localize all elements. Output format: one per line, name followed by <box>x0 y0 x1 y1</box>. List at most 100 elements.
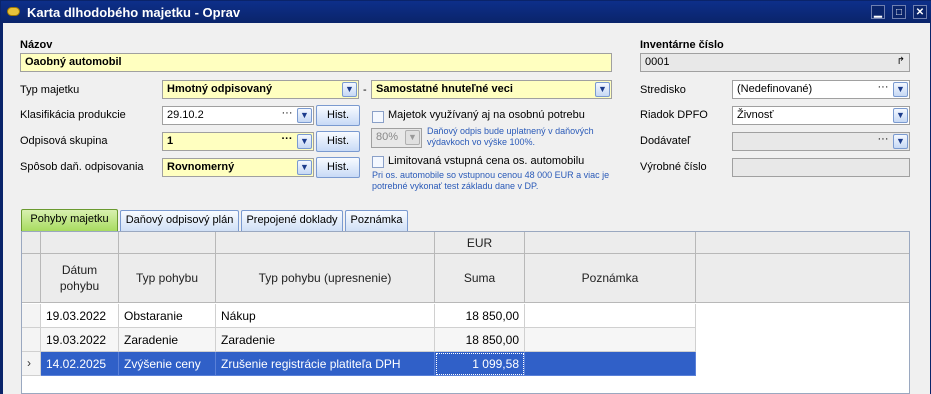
asset-type-dash: - <box>363 84 367 96</box>
row-pointer-icon[interactable]: › <box>22 352 41 376</box>
cell-amount[interactable]: 1 099,58 <box>435 352 525 376</box>
depreciation-group-value: 1 <box>167 135 174 147</box>
row-selector[interactable] <box>22 304 41 328</box>
serial-number-input[interactable] <box>732 158 910 177</box>
col-note[interactable]: Poznámka <box>525 254 696 302</box>
cell-date[interactable]: 19.03.2022 <box>41 328 119 352</box>
header-spacer <box>119 232 216 254</box>
depreciation-group-history-button[interactable]: Hist. <box>316 131 360 152</box>
header-spacer <box>41 232 119 254</box>
dpfo-row-value: Živnosť <box>737 109 774 121</box>
grid-group-header: EUR <box>22 232 909 254</box>
cell-note[interactable] <box>525 352 696 376</box>
header-spacer <box>22 254 41 302</box>
col-movement-detail[interactable]: Typ pohybu (upresnenie) <box>216 254 435 302</box>
col-movement-type[interactable]: Typ pohybu <box>119 254 216 302</box>
asset-subtype-value: Samostatné hnuteľné veci <box>376 83 513 95</box>
cell-movement-detail[interactable]: Nákup <box>216 304 435 328</box>
ellipsis-icon[interactable]: ··· <box>875 82 891 97</box>
cost-center-input[interactable]: (Nedefinované) ··· ▼ <box>732 80 910 99</box>
header-spacer <box>525 232 696 254</box>
maximize-button[interactable]: □ <box>892 5 906 19</box>
ellipsis-icon[interactable]: ··· <box>279 134 295 149</box>
title-bar: Karta dlhodobého majetku - Oprav ▁ □ ✕ <box>1 1 931 23</box>
chevron-down-icon[interactable]: ▼ <box>595 82 610 97</box>
minimize-button[interactable]: ▁ <box>871 5 885 19</box>
percent-note: Daňový odpis bude uplatnený v daňových v… <box>427 126 594 147</box>
app-icon <box>7 7 20 16</box>
depreciation-group-label: Odpisová skupina <box>20 135 108 147</box>
cell-amount[interactable]: 18 850,00 <box>435 328 525 352</box>
table-row[interactable]: 19.03.2022 Zaradenie Zaradenie 18 850,00 <box>22 328 909 352</box>
supplier-label: Dodávateľ <box>640 135 691 147</box>
tab-asset-movements[interactable]: Pohyby majetku <box>21 209 118 231</box>
depreciation-method-select[interactable]: Rovnomerný ▼ <box>162 158 314 177</box>
window-title: Karta dlhodobého majetku - Oprav <box>27 5 241 20</box>
inventory-number-input[interactable]: 0001 ↱ <box>640 53 910 72</box>
tab-tax-depreciation-plan[interactable]: Daňový odpisový plán <box>120 210 239 231</box>
personal-use-checkbox[interactable] <box>372 111 384 123</box>
limited-price-checkbox[interactable] <box>372 156 384 168</box>
chevron-down-icon[interactable]: ▼ <box>342 82 357 97</box>
window: Karta dlhodobého majetku - Oprav ▁ □ ✕ N… <box>0 0 931 394</box>
classification-input[interactable]: 29.10.2 ··· ▼ <box>162 106 314 125</box>
depreciation-group-input[interactable]: 1 ··· ▼ <box>162 132 314 151</box>
cell-date[interactable]: 14.02.2025 <box>41 352 119 376</box>
dpfo-row-label: Riadok DPFO <box>640 109 708 121</box>
serial-number-label: Výrobné číslo <box>640 161 707 173</box>
inventory-number-value: 0001 <box>645 56 670 68</box>
currency-group-header: EUR <box>435 232 525 254</box>
inventory-number-label: Inventárne číslo <box>640 39 724 51</box>
asset-type-label: Typ majetku <box>20 84 80 96</box>
header-spacer <box>216 232 435 254</box>
form-body: Názov Oaobný automobil Inventárne číslo … <box>3 23 930 394</box>
row-selector[interactable] <box>22 328 41 352</box>
dpfo-row-select[interactable]: Živnosť ▼ <box>732 106 910 125</box>
name-input[interactable]: Oaobný automobil <box>20 53 612 72</box>
personal-use-label: Majetok využívaný aj na osobnú potrebu <box>388 109 585 121</box>
chevron-down-icon[interactable]: ▼ <box>297 160 312 175</box>
limited-price-note: Pri os. automobile so vstupnou cenou 48 … <box>372 170 610 191</box>
name-label: Názov <box>20 39 53 51</box>
ellipsis-icon[interactable]: ··· <box>279 108 295 123</box>
col-amount[interactable]: Suma <box>435 254 525 302</box>
classification-history-button[interactable]: Hist. <box>316 105 360 126</box>
tab-linked-documents[interactable]: Prepojené doklady <box>241 210 343 231</box>
tab-note[interactable]: Poznámka <box>345 210 408 231</box>
cell-date[interactable]: 19.03.2022 <box>41 304 119 328</box>
depreciation-method-value: Rovnomerný <box>167 161 235 173</box>
cell-movement-type[interactable]: Zvýšenie ceny <box>119 352 216 376</box>
depreciation-method-history-button[interactable]: Hist. <box>316 157 360 178</box>
chevron-down-icon[interactable]: ▼ <box>893 134 908 149</box>
cell-amount[interactable]: 18 850,00 <box>435 304 525 328</box>
percent-input: 80% ▼ <box>371 128 422 148</box>
cell-movement-type[interactable]: Obstaranie <box>119 304 216 328</box>
cell-movement-type[interactable]: Zaradenie <box>119 328 216 352</box>
chevron-down-icon[interactable]: ▼ <box>893 82 908 97</box>
cost-center-label: Stredisko <box>640 84 686 96</box>
grid-column-header: Dátum pohybu Typ pohybu Typ pohybu (upre… <box>22 254 909 303</box>
supplier-input[interactable]: ··· ▼ <box>732 132 910 151</box>
asset-subtype-select[interactable]: Samostatné hnuteľné veci ▼ <box>371 80 612 99</box>
table-row-selected[interactable]: › 14.02.2025 Zvýšenie ceny Zrušenie regi… <box>22 352 909 376</box>
cell-movement-detail[interactable]: Zaradenie <box>216 328 435 352</box>
cell-movement-detail[interactable]: Zrušenie registrácie platiteľa DPH <box>216 352 435 376</box>
cost-center-value: (Nedefinované) <box>737 83 813 95</box>
jump-icon[interactable]: ↱ <box>897 56 905 67</box>
cell-note[interactable] <box>525 328 696 352</box>
asset-type-select[interactable]: Hmotný odpisovaný ▼ <box>162 80 359 99</box>
movements-grid: EUR Dátum pohybu Typ pohybu Typ pohybu (… <box>21 231 910 394</box>
ellipsis-icon[interactable]: ··· <box>875 134 891 149</box>
chevron-down-icon[interactable]: ▼ <box>297 134 312 149</box>
classification-value: 29.10.2 <box>167 109 204 121</box>
close-button[interactable]: ✕ <box>913 5 927 19</box>
asset-type-value: Hmotný odpisovaný <box>167 83 273 95</box>
cell-note[interactable] <box>525 304 696 328</box>
header-spacer <box>22 232 41 254</box>
percent-value: 80% <box>376 131 399 143</box>
chevron-down-icon[interactable]: ▼ <box>893 108 908 123</box>
chevron-down-icon: ▼ <box>405 130 420 145</box>
chevron-down-icon[interactable]: ▼ <box>297 108 312 123</box>
col-date[interactable]: Dátum pohybu <box>41 254 119 302</box>
table-row[interactable]: 19.03.2022 Obstaranie Nákup 18 850,00 <box>22 304 909 328</box>
